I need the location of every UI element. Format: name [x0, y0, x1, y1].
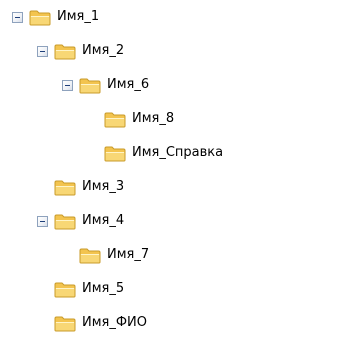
tree-node-label: Имя_2 — [82, 43, 125, 58]
folder-icon — [104, 146, 126, 161]
tree-node-imya-8[interactable]: Имя_8 — [104, 106, 175, 132]
minus-box-icon[interactable] — [12, 11, 23, 23]
tree-node-label: Имя_4 — [82, 213, 125, 228]
tree-node-label: Имя_Справка — [132, 145, 224, 160]
tree-node-imya-6[interactable]: Имя_6 — [62, 72, 150, 98]
folder-icon — [54, 282, 76, 297]
folder-tree: Имя_1 Имя_2 Имя_6 Имя_8 Имя_Справка Имя_3 Имя_… — [0, 0, 342, 337]
tree-node-imya-2[interactable]: Имя_2 — [37, 38, 125, 64]
tree-node-imya-5[interactable]: Имя_5 — [54, 276, 125, 302]
tree-node-label: Имя_5 — [82, 281, 125, 296]
folder-icon — [79, 78, 101, 93]
minus-box-icon[interactable] — [37, 45, 48, 57]
minus-box-icon[interactable] — [37, 215, 48, 227]
tree-node-imya-fio[interactable]: Имя_ФИО — [54, 310, 148, 336]
tree-node-label: Имя_7 — [107, 247, 150, 262]
folder-icon — [104, 112, 126, 127]
tree-node-label: Имя_1 — [57, 9, 100, 24]
tree-node-imya-spravka[interactable]: Имя_Справка — [104, 140, 224, 166]
folder-icon — [54, 316, 76, 331]
folder-icon — [54, 44, 76, 59]
tree-node-imya-1[interactable]: Имя_1 — [12, 4, 100, 30]
tree-node-label: Имя_6 — [107, 77, 150, 92]
tree-node-label: Имя_ФИО — [82, 315, 147, 330]
tree-node-label: Имя_8 — [132, 111, 175, 126]
folder-icon — [54, 214, 76, 229]
folder-icon — [29, 10, 51, 25]
tree-node-imya-4[interactable]: Имя_4 — [37, 208, 125, 234]
tree-node-imya-3[interactable]: Имя_3 — [54, 174, 125, 200]
minus-box-icon[interactable] — [62, 79, 73, 91]
tree-node-imya-7[interactable]: Имя_7 — [79, 242, 150, 268]
folder-icon — [54, 180, 76, 195]
tree-node-label: Имя_3 — [82, 179, 125, 194]
folder-icon — [79, 248, 101, 263]
